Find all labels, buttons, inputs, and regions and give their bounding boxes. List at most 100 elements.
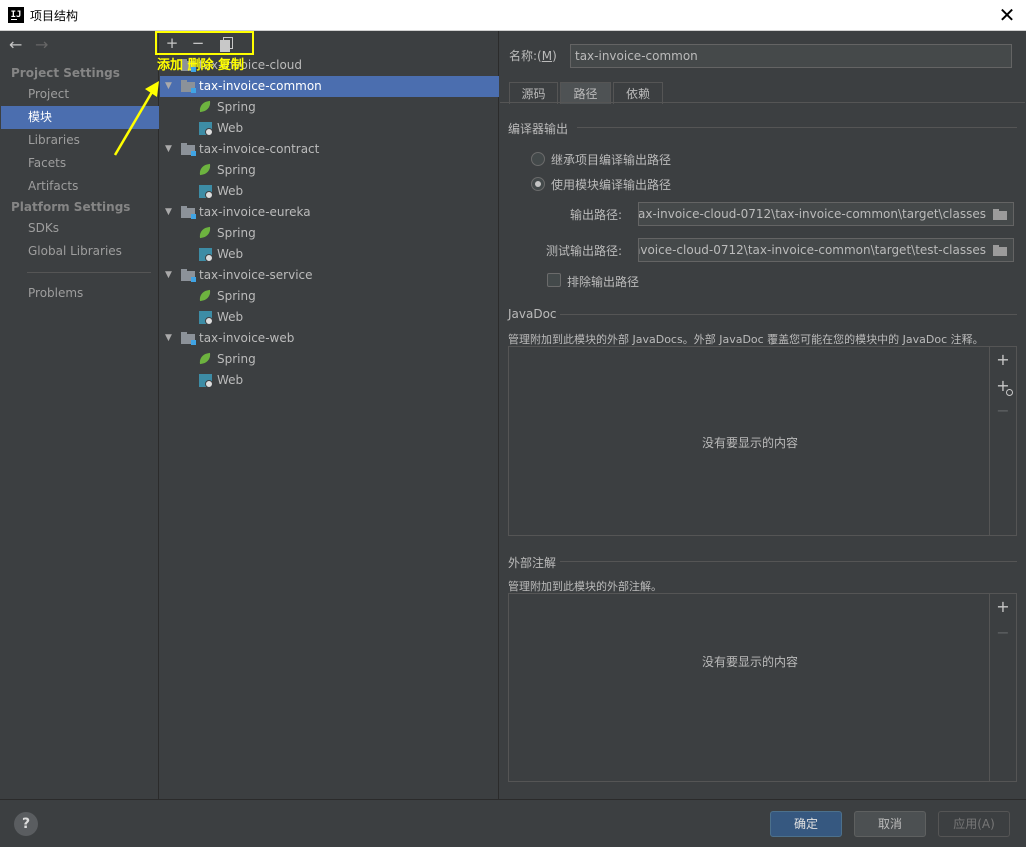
javadoc-list-toolbar: + + − [989, 347, 1016, 535]
tree-facet-label: Web [217, 247, 244, 261]
tree-facet-row[interactable]: Web [160, 244, 499, 265]
external-annotations-list[interactable]: 没有要显示的内容 + − [508, 593, 1017, 782]
tree-node-label: tax-invoice-contract [199, 142, 320, 156]
spring-leaf-icon [198, 100, 212, 113]
tree-facet-row[interactable]: Spring [160, 223, 499, 244]
tree-facet-row[interactable]: Spring [160, 97, 499, 118]
browse-folder-icon[interactable] [993, 209, 1008, 220]
forward-arrow-icon[interactable]: → [35, 37, 48, 53]
module-name-input[interactable]: tax-invoice-common [570, 44, 1012, 68]
sidebar-item-global-libraries[interactable]: Global Libraries [1, 240, 159, 263]
tree-node-label: tax-invoice-service [199, 268, 313, 282]
web-facet-icon [199, 248, 213, 262]
tab-paths[interactable]: 路径 [560, 82, 611, 104]
tab-divider [500, 102, 1025, 103]
javadoc-list[interactable]: 没有要显示的内容 + + − [508, 346, 1017, 536]
tree-facet-label: Spring [217, 226, 256, 240]
help-icon[interactable]: ? [14, 812, 38, 836]
test-output-path-input[interactable]: nvoice-cloud-0712\tax-invoice-common\tar… [638, 238, 1014, 262]
output-path-value: \tax-invoice-cloud-0712\tax-invoice-comm… [638, 207, 986, 221]
tree-facet-label: Spring [217, 163, 256, 177]
remove-icon[interactable]: − [996, 625, 1010, 641]
spring-leaf-icon [198, 226, 212, 239]
tree-module-row[interactable]: ▼ tax-invoice-common [160, 76, 499, 97]
spring-leaf-icon [198, 163, 212, 176]
output-path-label: 输出路径: [569, 208, 622, 222]
section-project-settings: Project Settings [11, 66, 120, 80]
close-icon[interactable]: ✕ [994, 2, 1020, 28]
remove-icon[interactable]: − [190, 35, 206, 51]
javadoc-description: 管理附加到此模块的外部 JavaDocs。外部 JavaDoc 覆盖您可能在您的… [508, 333, 984, 346]
tree-facet-row[interactable]: Web [160, 118, 499, 139]
dialog-footer: ? 确定 取消 应用(A) [0, 799, 1026, 847]
exclude-output-label: 排除输出路径 [567, 275, 640, 289]
browse-folder-icon[interactable] [993, 245, 1008, 256]
cancel-button[interactable]: 取消 [854, 811, 926, 837]
back-arrow-icon[interactable]: ← [9, 37, 22, 53]
add-icon[interactable]: + [164, 35, 180, 51]
tree-facet-row[interactable]: Spring [160, 286, 499, 307]
external-annotations-empty-text: 没有要显示的内容 [701, 655, 798, 669]
tree-facet-row[interactable]: Web [160, 307, 499, 328]
tree-facet-row[interactable]: Spring [160, 160, 499, 181]
sidebar-item-artifacts[interactable]: Artifacts [1, 175, 159, 198]
tab-sources[interactable]: 源码 [509, 82, 558, 104]
test-output-path-value: nvoice-cloud-0712\tax-invoice-common\tar… [638, 243, 986, 257]
javadoc-empty-text: 没有要显示的内容 [701, 436, 798, 450]
window-title: 项目结构 [30, 9, 79, 23]
tree-module-row[interactable]: ▼ tax-invoice-eureka [160, 202, 499, 223]
remove-icon[interactable]: − [996, 403, 1010, 419]
tree-facet-row[interactable]: Web [160, 370, 499, 391]
radio-inherit-label: 继承项目编译输出路径 [551, 153, 672, 167]
tree-facet-row[interactable]: Spring [160, 349, 499, 370]
radio-module-label: 使用模块编译输出路径 [551, 178, 672, 192]
expand-caret-icon[interactable]: ▼ [165, 202, 172, 223]
web-facet-icon [199, 185, 213, 199]
intellij-icon: IJ [8, 7, 24, 23]
tab-dependencies[interactable]: 依赖 [613, 82, 663, 104]
spring-leaf-icon [198, 289, 212, 302]
expand-caret-icon[interactable]: ▼ [165, 265, 172, 286]
tree-facet-label: Web [217, 121, 244, 135]
exclude-output-checkbox[interactable] [547, 273, 561, 287]
output-path-input[interactable]: \tax-invoice-cloud-0712\tax-invoice-comm… [638, 202, 1014, 226]
module-folder-icon [181, 80, 196, 93]
tree-module-row[interactable]: ▼ tax-invoice-service [160, 265, 499, 286]
copy-icon[interactable] [220, 37, 233, 52]
ok-button[interactable]: 确定 [770, 811, 842, 837]
tree-module-row[interactable]: ▼ tax-invoice-web [160, 328, 499, 349]
add-icon[interactable]: + [996, 599, 1010, 615]
tree-facet-row[interactable]: Web [160, 181, 499, 202]
spring-leaf-icon [198, 352, 212, 365]
radio-inherit-output[interactable] [531, 152, 545, 166]
add-url-icon[interactable]: + [996, 378, 1013, 396]
title-bar: IJ 项目结构 ✕ [0, 0, 1026, 31]
annotation-text: 添加 删除 复制 [157, 58, 245, 73]
module-folder-icon [181, 143, 196, 156]
module-tree-panel: + − tax-invoice-cloud ▼ tax-invoice-comm… [113, 31, 499, 799]
apply-button[interactable]: 应用(A) [938, 811, 1010, 837]
tree-node-label: tax-invoice-eureka [199, 205, 311, 219]
compiler-output-title: 编译器输出 [508, 122, 569, 136]
tree-facet-label: Web [217, 184, 244, 198]
tree-module-row[interactable]: ▼ tax-invoice-contract [160, 139, 499, 160]
expand-caret-icon[interactable]: ▼ [165, 328, 172, 349]
tree-facet-label: Web [217, 310, 244, 324]
radio-module-output[interactable] [531, 177, 545, 191]
module-folder-icon [181, 332, 196, 345]
tree-node-label: tax-invoice-common [199, 79, 322, 93]
section-platform-settings: Platform Settings [11, 200, 131, 214]
javadoc-title: JavaDoc [508, 307, 557, 321]
tree-node-label: tax-invoice-web [199, 331, 295, 345]
module-folder-icon [181, 269, 196, 282]
add-icon[interactable]: + [996, 352, 1010, 368]
sidebar-separator [27, 272, 151, 273]
annotation-arrow-icon [113, 81, 159, 156]
sidebar-item-problems[interactable]: Problems [1, 282, 159, 305]
sidebar-item-sdks[interactable]: SDKs [1, 217, 159, 240]
web-facet-icon [199, 374, 213, 388]
tree-facet-label: Spring [217, 100, 256, 114]
name-label: 名称:(M) [509, 49, 557, 63]
module-detail-panel: 名称:(M) tax-invoice-common 源码 路径 依赖 编译器输出… [500, 31, 1025, 799]
external-annotations-list-toolbar: + − [989, 594, 1016, 781]
